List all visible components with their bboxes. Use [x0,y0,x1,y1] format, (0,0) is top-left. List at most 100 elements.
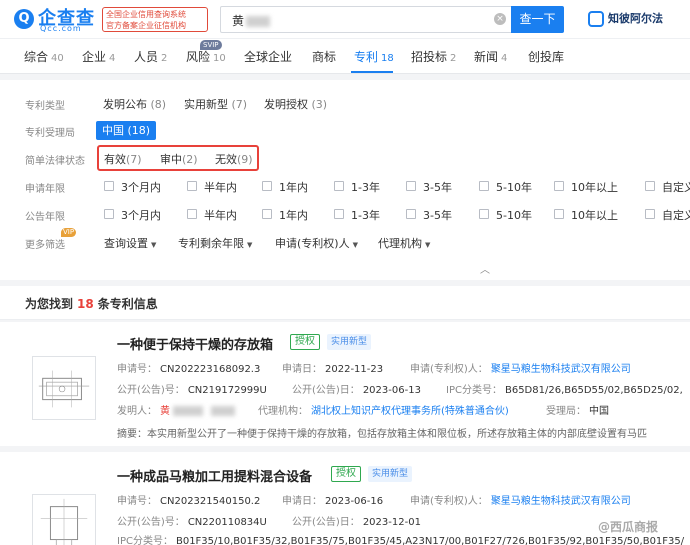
patent-thumbnail[interactable] [32,494,96,545]
apply-year-option[interactable]: 5-10年 [496,179,532,195]
patent-thumbnail[interactable] [32,356,96,420]
checkbox[interactable] [645,181,655,191]
chevron-up-icon[interactable]: ︿ [480,261,490,276]
applicant-link[interactable]: 聚星马粮生物科技武汉有限公司 [491,364,631,375]
ipc-codes: IPC分类号： B65D81/26,B65D55/02,B65D25/02, [446,385,683,396]
checkbox[interactable] [554,209,564,219]
filter-status-invalid[interactable]: 无效(9) [215,151,253,167]
checkbox[interactable] [334,209,344,219]
caret-down-icon: ▼ [247,241,253,249]
tab-people[interactable]: 人员 2 [134,48,167,65]
checkbox[interactable] [479,181,489,191]
patent-title[interactable]: 一种便于保持干燥的存放箱 [117,334,273,353]
applicant: 申请(专利权)人： 聚星马粮生物科技武汉有限公司 [410,364,631,375]
cert-line-2: 官方备案企业征信机构 [106,21,186,30]
filter-status-valid[interactable]: 有效(7) [104,151,142,167]
checkbox[interactable] [187,181,197,191]
results-count-text: 为您找到 18 条专利信息 [25,297,158,311]
zhiche-logo-icon [588,11,604,27]
checkbox[interactable] [104,209,114,219]
filter-invention-publication[interactable]: 发明公布 (8) [103,96,166,112]
logo-domain: Qcc.com [40,24,82,33]
search-value: 黄 [232,12,271,29]
applicant-dropdown[interactable]: 申请(专利权)人 ▼ [275,235,358,251]
apply-year-option[interactable]: 1-3年 [351,179,380,195]
watermark-text: @西瓜商报 [598,520,659,534]
pub-year-option[interactable]: 1-3年 [351,207,380,223]
patent-drawing-icon [40,498,88,545]
pub-date: 公开(公告)日： 2023-06-13 [292,385,421,396]
inventor: 发明人：黄 [117,402,235,417]
type-badge: 实用新型 [327,334,372,350]
query-settings-dropdown[interactable]: 查询设置 ▼ [104,235,156,251]
app-date: 申请日： 2023-06-16 [282,496,384,507]
agency: 代理机构： 湖北权上知识产权代理事务所(特殊普通合伙) [258,406,509,417]
patent-drawing-icon [38,370,90,408]
applicant-link[interactable]: 聚星马粮生物科技武汉有限公司 [491,496,631,507]
tab-vc-library[interactable]: 创投库 [528,48,567,65]
applicant: 申请(专利权)人： 聚星马粮生物科技武汉有限公司 [410,496,631,507]
tab-risk[interactable]: 风险 10 [186,48,226,65]
zhiche-alpha-link[interactable]: 知彼阿尔法 [588,10,663,30]
app-number: 申请号： CN202223168092.3 [117,364,261,375]
pub-number: 公开(公告)号： CN220110834U [117,517,267,528]
checkbox[interactable] [104,181,114,191]
tab-bidding[interactable]: 招投标 2 [411,48,456,65]
svip-badge: SVIP [200,40,222,50]
checkbox[interactable] [645,209,655,219]
filter-status-pending[interactable]: 审中(2) [160,151,198,167]
pub-year-option[interactable]: 5-10年 [496,207,532,223]
active-tab-indicator [351,71,393,73]
tab-trademark[interactable]: 商标 [312,48,339,65]
apply-year-option[interactable]: 半年内 [204,179,237,195]
pub-year-option[interactable]: 1年内 [279,207,308,223]
patent-type-label: 专利类型 [25,101,65,112]
apply-year-option[interactable]: 3个月内 [121,179,161,195]
status-badge: 授权 [331,466,361,482]
checkbox[interactable] [479,209,489,219]
filter-invention-grant[interactable]: 发明授权 (3) [264,96,327,112]
filter-utility-model[interactable]: 实用新型 (7) [184,96,247,112]
pub-year-option[interactable]: 3个月内 [121,207,161,223]
logo-icon[interactable]: Q [14,9,34,29]
app-date: 申请日： 2022-11-23 [282,364,384,375]
pub-year-option[interactable]: 自定义 [662,207,690,223]
legal-status-label: 简单法律状态 [25,156,85,167]
pub-year-option[interactable]: 10年以上 [571,207,618,223]
tab-overview[interactable]: 综合 40 [24,48,64,65]
apply-year-label: 申请年限 [25,184,65,195]
checkbox[interactable] [187,209,197,219]
apply-year-option[interactable]: 3-5年 [423,179,452,195]
checkbox[interactable] [262,209,272,219]
checkbox[interactable] [406,209,416,219]
checkbox[interactable] [406,181,416,191]
type-badge: 实用新型 [368,466,413,482]
apply-year-option[interactable]: 1年内 [279,179,308,195]
pub-number: 公开(公告)号： CN219172999U [117,385,267,396]
patent-title[interactable]: 一种成品马粮加工用提料混合设备 [117,466,312,485]
remaining-years-dropdown[interactable]: 专利剩余年限 ▼ [178,235,252,251]
apply-year-option[interactable]: 10年以上 [571,179,618,195]
certification-badge: 全国企业信用查询系统 官方备案企业征信机构 [102,7,208,32]
filter-office-china[interactable]: 中国 (18) [96,121,157,140]
search-button[interactable]: 查一下 [511,6,564,33]
pub-date: 公开(公告)日： 2023-12-01 [292,517,421,528]
cert-line-1: 全国企业信用查询系统 [106,10,186,19]
pub-year-label: 公告年限 [25,212,65,223]
clear-icon[interactable]: × [494,13,506,25]
patent-office: 受理局： 中国 [546,406,609,417]
tab-news[interactable]: 新闻 4 [474,48,507,65]
apply-year-option[interactable]: 自定义 [662,179,690,195]
pub-year-option[interactable]: 3-5年 [423,207,452,223]
agency-dropdown[interactable]: 代理机构 ▼ [378,235,430,251]
checkbox[interactable] [554,181,564,191]
agency-link[interactable]: 湖北权上知识产权代理事务所(特殊普通合伙) [311,406,509,417]
pub-year-option[interactable]: 半年内 [204,207,237,223]
tab-patent[interactable]: 专利 18 [354,48,394,65]
checkbox[interactable] [334,181,344,191]
status-badge: 授权 [290,334,320,350]
caret-down-icon: ▼ [151,241,157,249]
tab-global-company[interactable]: 全球企业 [244,48,295,65]
checkbox[interactable] [262,181,272,191]
tab-company[interactable]: 企业 4 [82,48,115,65]
